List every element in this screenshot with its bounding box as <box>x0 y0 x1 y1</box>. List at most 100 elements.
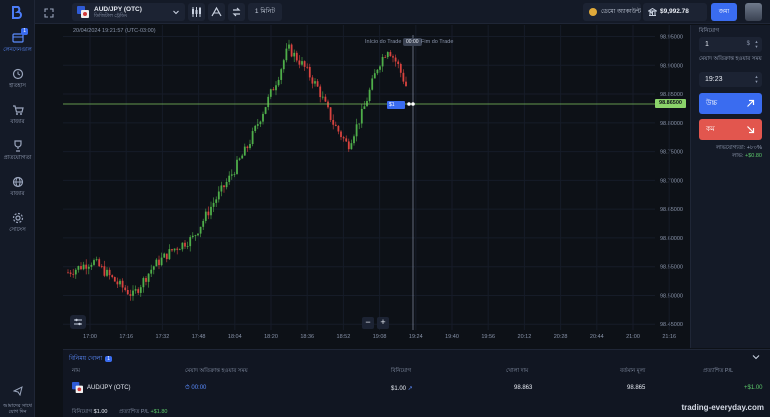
sidebar-item-global[interactable]: বাজার <box>0 176 35 208</box>
candle-body <box>246 146 249 149</box>
trade-current-dot <box>411 102 415 106</box>
open-trade-marker[interactable]: $1 <box>387 101 405 109</box>
candle-body <box>264 107 267 114</box>
indicators-button[interactable] <box>208 3 225 21</box>
candle-body <box>282 60 285 70</box>
expiry-input[interactable]: 19:23 ▲ ▼ <box>699 72 762 87</box>
chevron-down-icon <box>648 10 655 14</box>
price-chart[interactable]: 98.95000 98.90000 98.85000 98.80000 98.75000… <box>63 25 687 348</box>
candle-body <box>160 257 163 266</box>
candle-body <box>116 281 119 285</box>
candle-body <box>145 278 147 282</box>
y-tick-label: 98.70000 <box>660 178 683 184</box>
drawing-tools-button[interactable] <box>228 3 245 21</box>
candle-body <box>189 237 192 247</box>
balance-button[interactable]: $9,992.78 <box>643 3 707 21</box>
zoom-out-button[interactable]: − <box>362 317 374 329</box>
sidebar-item-tournaments[interactable]: প্রতিযোগিতা <box>0 140 35 172</box>
candle-body <box>371 78 374 90</box>
candle-body <box>204 211 207 221</box>
chart-settings-button[interactable] <box>70 315 86 329</box>
candle-body <box>360 108 363 124</box>
candle-body <box>225 181 228 188</box>
sidebar-item-support[interactable]: আমাদের সাথে যোগ দিন <box>0 383 35 415</box>
refresh-icon <box>232 7 241 17</box>
candle-body <box>158 259 160 266</box>
summary-amount-label: বিনিয়োগ <box>72 409 93 415</box>
avatar[interactable] <box>745 3 762 21</box>
candle-body <box>100 266 103 267</box>
candle-body <box>93 260 95 265</box>
fullscreen-button[interactable] <box>43 6 55 18</box>
col-header-pl: প্রত্যাশিত P/L <box>703 368 734 374</box>
sidebar-item-label: লেনদেনগুলি <box>3 47 32 53</box>
sidebar-support-label: আমাদের সাথে যোগ দিন <box>3 403 32 415</box>
amount-stepper[interactable]: ▲ ▼ <box>753 39 760 49</box>
candle-body <box>197 233 199 236</box>
summary-pl: +$1.80 <box>150 409 168 415</box>
candle-body <box>210 206 212 216</box>
col-header-open: খোলা দাম <box>506 368 529 374</box>
sidebar-item-settings[interactable]: সেটিংস <box>0 212 35 244</box>
chevron-down-icon <box>173 10 179 15</box>
zoom-in-button[interactable]: + <box>377 317 389 329</box>
account-type-button[interactable]: ডেমো অ্যাকাউন্ট <box>583 3 641 21</box>
open-trades-count: 1 <box>105 356 112 362</box>
candle-body <box>77 266 80 270</box>
candle-body <box>121 280 124 288</box>
candle-body <box>295 52 298 61</box>
account-label: ডেমো অ্যাকাউন্ট <box>601 9 642 15</box>
tab-open-trades[interactable]: বিনিময় খোলা 1 <box>69 353 112 364</box>
amount-input[interactable]: 1 $ ▲ ▼ <box>699 37 762 52</box>
timeframe-button[interactable]: 1 মিনিট <box>248 3 282 21</box>
candle-body <box>72 273 75 275</box>
expiry-stepper[interactable]: ▲ ▼ <box>753 74 760 84</box>
chart-datetime: 20/04/2024 19:21:57 (UTC-03:00) <box>73 28 156 34</box>
asset-selector[interactable]: AUD/JPY (OTC) ডিজিটাল ট্রেডিং <box>72 3 185 21</box>
candle-body <box>332 119 335 125</box>
trade-row-open: 98.863 <box>514 385 533 391</box>
x-tick-label: 18:52 <box>337 334 351 340</box>
candle-body <box>212 202 215 207</box>
deposit-button[interactable]: জমা <box>711 3 737 21</box>
trade-row-expiry-value: 00:00 <box>191 385 207 391</box>
left-sidebar: 1 লেনদেনগুলি ইতিহাস বাজার প্রতিযোগিতা বা… <box>0 0 35 417</box>
sell-down-button[interactable]: কম <box>699 119 762 140</box>
candle-body <box>233 173 236 175</box>
chevron-down-icon[interactable] <box>752 354 760 360</box>
candle-body <box>256 124 259 126</box>
candle-body <box>181 242 184 250</box>
profit-text: লাভ: +$0.80 <box>699 153 762 161</box>
sidebar-item-label: সেটিংস <box>9 227 26 233</box>
candle-body <box>342 137 345 139</box>
candle-body <box>82 264 85 270</box>
brand-logo[interactable] <box>9 6 25 20</box>
candle-body <box>394 57 397 62</box>
candle-body <box>74 269 77 275</box>
candle-body <box>98 259 101 267</box>
candle-body <box>368 89 371 102</box>
y-tick-label: 98.60000 <box>660 236 683 242</box>
buy-up-button[interactable]: উচ্চ <box>699 93 762 114</box>
sidebar-item-market[interactable]: বাজার <box>0 104 35 136</box>
candle-body <box>399 64 402 73</box>
candle-body <box>392 56 394 58</box>
candle-body <box>249 144 251 149</box>
sidebar-item-trades[interactable]: 1 লেনদেনগুলি <box>0 28 35 64</box>
chart-type-button[interactable] <box>188 3 205 21</box>
y-tick-label: 98.90000 <box>660 63 683 69</box>
sidebar-item-label: বাজার <box>10 119 25 125</box>
candle-body <box>314 81 316 84</box>
candle-body <box>353 136 355 144</box>
sell-down-label: কম <box>706 126 715 133</box>
sidebar-item-history[interactable]: ইতিহাস <box>0 68 35 100</box>
col-header-expiry: মেয়াদ অতিক্রান্ত হওয়ার সময় <box>185 368 248 374</box>
sidebar-item-label: ইতিহাস <box>9 83 26 89</box>
trade-row-name[interactable]: AUD/JPY (OTC) <box>87 385 131 391</box>
tab-open-trades-label: বিনিময় খোলা <box>69 356 103 362</box>
candle-body <box>223 185 225 188</box>
candle-body <box>137 289 140 293</box>
candle-body <box>386 52 389 58</box>
candle-body <box>373 73 376 79</box>
trade-panel: বিনিয়োগ 1 $ ▲ ▼ মেয়াদ অতিক্রান্ত হওয়ার… <box>690 25 770 348</box>
